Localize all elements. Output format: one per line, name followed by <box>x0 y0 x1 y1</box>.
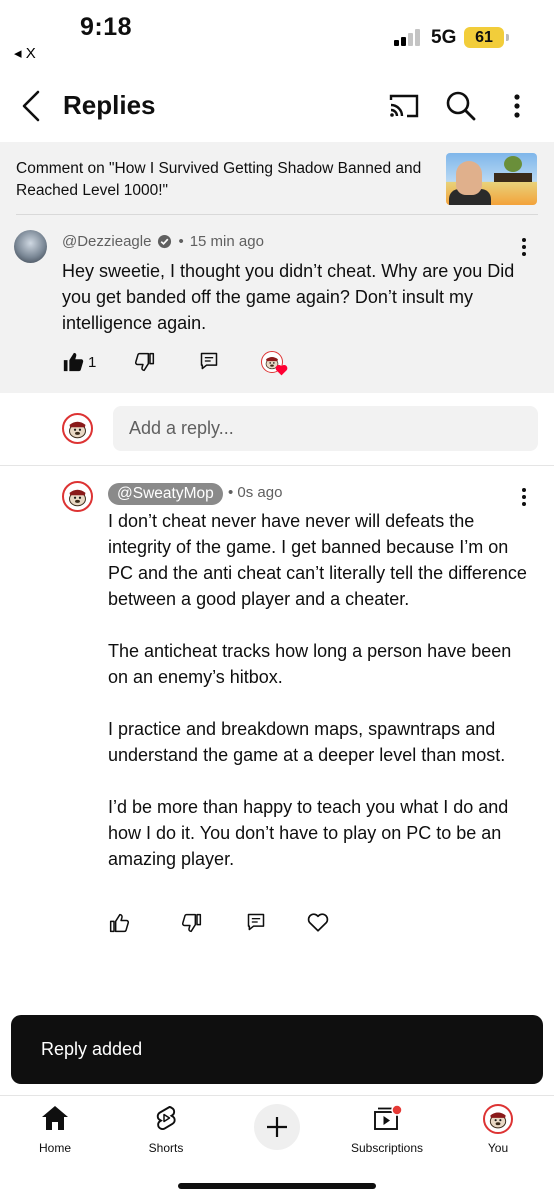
nav-shorts[interactable]: Shorts <box>116 1104 216 1155</box>
reply-author-avatar[interactable] <box>62 481 93 512</box>
cast-icon[interactable] <box>386 88 422 124</box>
nav-you[interactable]: You <box>448 1104 548 1155</box>
nav-home-label: Home <box>38 1141 71 1155</box>
verified-badge-icon <box>158 234 172 249</box>
bulldog-avatar-art <box>489 1112 507 1129</box>
thumbnail-banner <box>494 173 532 182</box>
dislike-icon[interactable] <box>135 352 155 372</box>
dot-separator: • <box>178 233 184 250</box>
parent-like-count: 1 <box>88 354 97 371</box>
create-button[interactable] <box>254 1104 300 1150</box>
shorts-icon <box>156 1106 176 1130</box>
thumbnail-person-face <box>456 161 482 195</box>
reply-author-handle[interactable]: @SweatyMop <box>108 483 223 505</box>
dislike-icon[interactable] <box>182 913 202 933</box>
reply-time-value: 0s ago <box>237 484 283 501</box>
video-context-link[interactable]: Comment on "How I Survived Getting Shado… <box>16 158 426 202</box>
bulldog-avatar-art <box>69 421 86 439</box>
more-vert-icon[interactable] <box>499 88 535 124</box>
reply-comment-menu-icon[interactable] <box>512 486 536 510</box>
reply-comment-icon[interactable] <box>199 351 219 371</box>
parent-comment-menu-icon[interactable] <box>512 236 536 260</box>
back-to-app-link[interactable]: ◂ X <box>14 44 36 62</box>
reply-paragraph: I’d be more than happy to teach you what… <box>108 797 509 869</box>
reply-comment-time: • 0s ago <box>228 484 283 501</box>
plus-icon <box>267 1117 287 1137</box>
parent-comment-section: Comment on "How I Survived Getting Shado… <box>0 142 554 393</box>
parent-author-avatar[interactable] <box>14 230 47 263</box>
current-user-avatar[interactable] <box>62 413 93 444</box>
page-title: Replies <box>63 90 156 120</box>
back-arrow-icon[interactable] <box>18 88 46 124</box>
parent-comment-time: 15 min ago <box>189 233 264 250</box>
home-icon <box>42 1106 68 1130</box>
nav-you-label: You <box>487 1141 509 1155</box>
nav-shorts-label: Shorts <box>148 1141 184 1155</box>
thumbnail-tree <box>504 156 522 172</box>
subscriptions-icon <box>374 1104 403 1130</box>
heart-filled-icon <box>275 364 288 376</box>
status-time: 9:18 <box>80 13 133 41</box>
parent-comment-text: Hey sweetie, I thought you didn’t cheat.… <box>62 261 515 333</box>
reply-paragraph: I don’t cheat never have never will defe… <box>108 511 527 609</box>
signal-strength-icon <box>394 28 424 46</box>
video-thumbnail[interactable] <box>446 153 537 205</box>
nav-home[interactable]: Home <box>5 1104 105 1155</box>
reply-comment-icon[interactable] <box>246 912 266 932</box>
nav-subscriptions-label: Subscriptions <box>350 1141 424 1155</box>
you-avatar-icon <box>483 1104 513 1134</box>
toast-message: Reply added <box>41 1039 143 1059</box>
battery-indicator: 61 <box>464 27 509 48</box>
reply-added-toast: Reply added <box>11 1015 543 1084</box>
like-filled-icon[interactable] <box>62 351 84 373</box>
bulldog-avatar-art <box>69 489 86 507</box>
like-icon[interactable] <box>109 913 129 933</box>
reply-paragraph: I practice and breakdown maps, spawntrap… <box>108 719 506 765</box>
heart-outline-icon[interactable] <box>307 912 329 933</box>
nav-subscriptions[interactable]: Subscriptions <box>337 1104 437 1155</box>
add-reply-input[interactable]: Add a reply... <box>113 406 538 451</box>
search-icon[interactable] <box>443 88 479 124</box>
parent-author-handle[interactable]: @Dezzieagle <box>62 233 151 250</box>
reply-paragraph: The anticheat tracks how long a person h… <box>108 641 512 687</box>
parent-comment-meta: @Dezzieagle • 15 min ago <box>62 233 264 250</box>
section-divider <box>0 465 554 466</box>
home-indicator[interactable] <box>178 1183 376 1189</box>
reply-comment-text: I don’t cheat never have never will defe… <box>108 508 528 898</box>
replies-header: Replies <box>0 70 554 142</box>
network-type: 5G <box>431 27 457 48</box>
divider <box>16 214 538 215</box>
status-bar: 9:18 ◂ X 5G 61 <box>0 0 554 70</box>
